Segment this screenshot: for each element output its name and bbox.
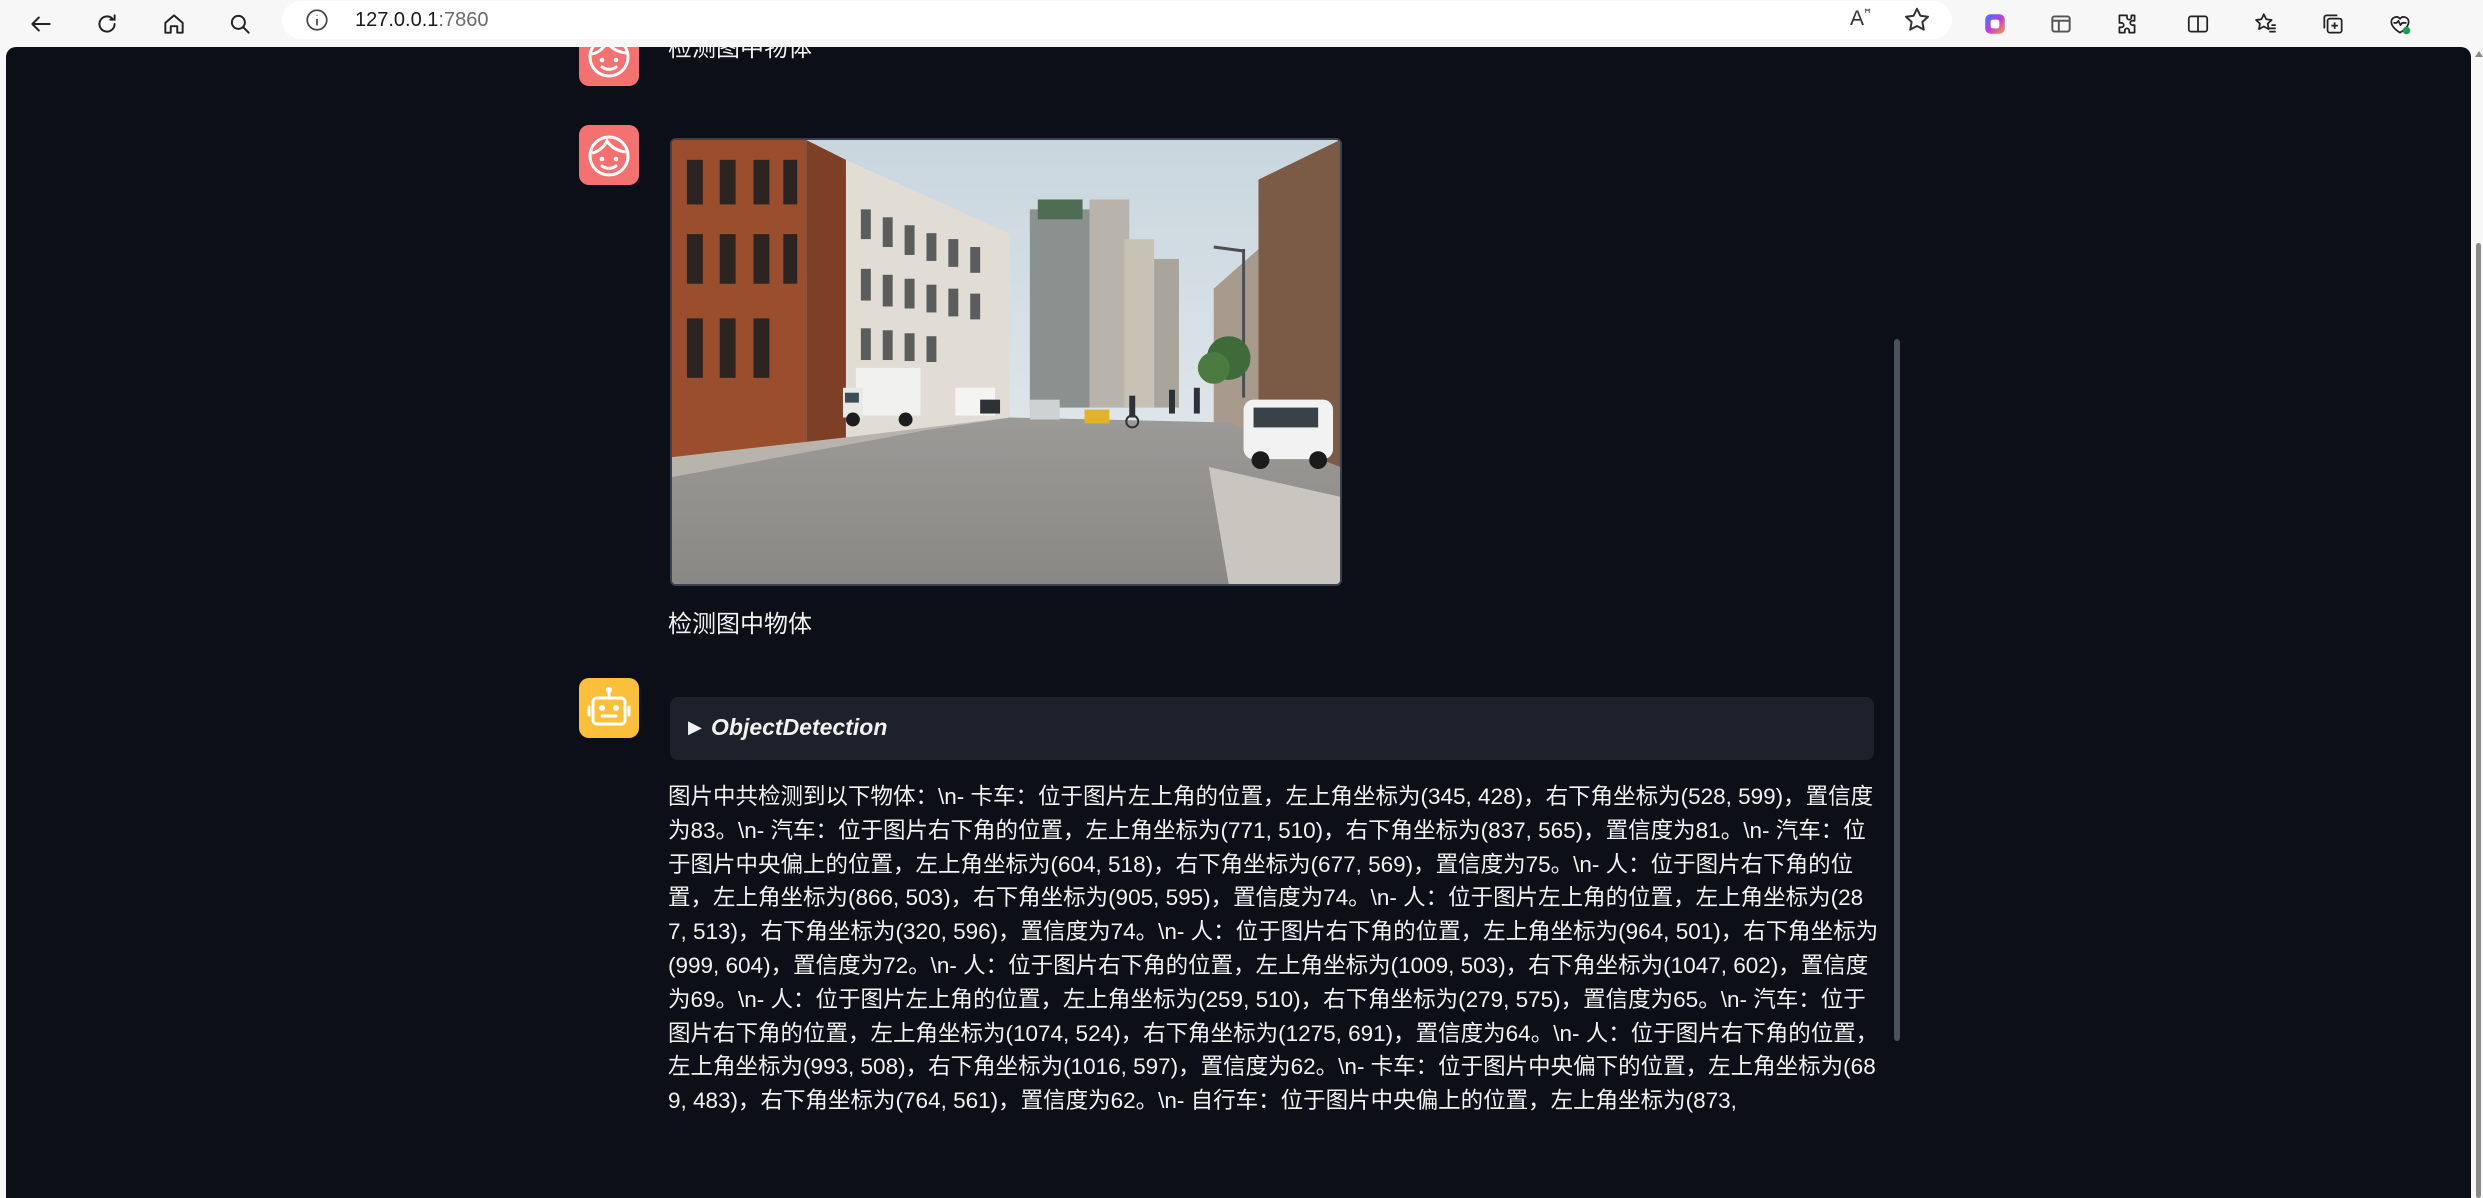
street-scene-image[interactable] [670,138,1342,586]
chat-scrollbar[interactable] [1894,339,1900,1041]
chat-app: 检测图中物体 检测图中物体 ▶ ObjectDetection 图片中共检测到以… [6,47,2471,1198]
image-caption: 检测图中物体 [668,611,812,638]
search-icon[interactable] [220,4,260,44]
user-face-icon [588,47,630,78]
collections-icon[interactable] [2313,4,2353,44]
user-face-icon [588,135,630,177]
refresh-icon[interactable] [87,4,127,44]
browser-essentials-icon[interactable] [2380,4,2420,44]
tool-name-label: ObjectDetection [711,714,888,740]
previous-user-message: 检测图中物体 [668,47,812,62]
tool-call-accordion[interactable]: ▶ ObjectDetection [670,697,1874,760]
home-icon[interactable] [154,4,194,44]
site-info-icon[interactable] [304,7,330,33]
tab-actions-icon[interactable] [2041,4,2081,44]
favorite-star-icon[interactable] [1902,5,1932,35]
copilot-icon[interactable] [1975,4,2015,44]
user-avatar [579,47,639,86]
back-icon[interactable] [21,4,61,44]
extensions-icon[interactable] [2107,4,2147,44]
read-aloud-icon[interactable]: Aꟸ [1850,6,1880,34]
page-scrollbar[interactable] [2474,47,2483,1198]
scroll-up-arrow-icon[interactable] [2475,51,2483,57]
browser-toolbar: 127.0.0.1:7860 Aꟸ [0,0,2483,47]
robot-icon [587,687,631,726]
expand-triangle-icon[interactable]: ▶ [688,717,702,738]
split-screen-icon[interactable] [2178,4,2218,44]
address-bar[interactable]: 127.0.0.1:7860 Aꟸ [282,1,1952,39]
bot-avatar [579,678,639,738]
page-scrollbar-thumb[interactable] [2476,243,2481,1198]
bot-response-text: 图片中共检测到以下物体：\n- 卡车：位于图片左上角的位置，左上角坐标为(345… [668,784,1879,1114]
url-text: 127.0.0.1:7860 [355,9,489,31]
favorites-icon[interactable] [2246,4,2286,44]
user-avatar [579,125,639,185]
